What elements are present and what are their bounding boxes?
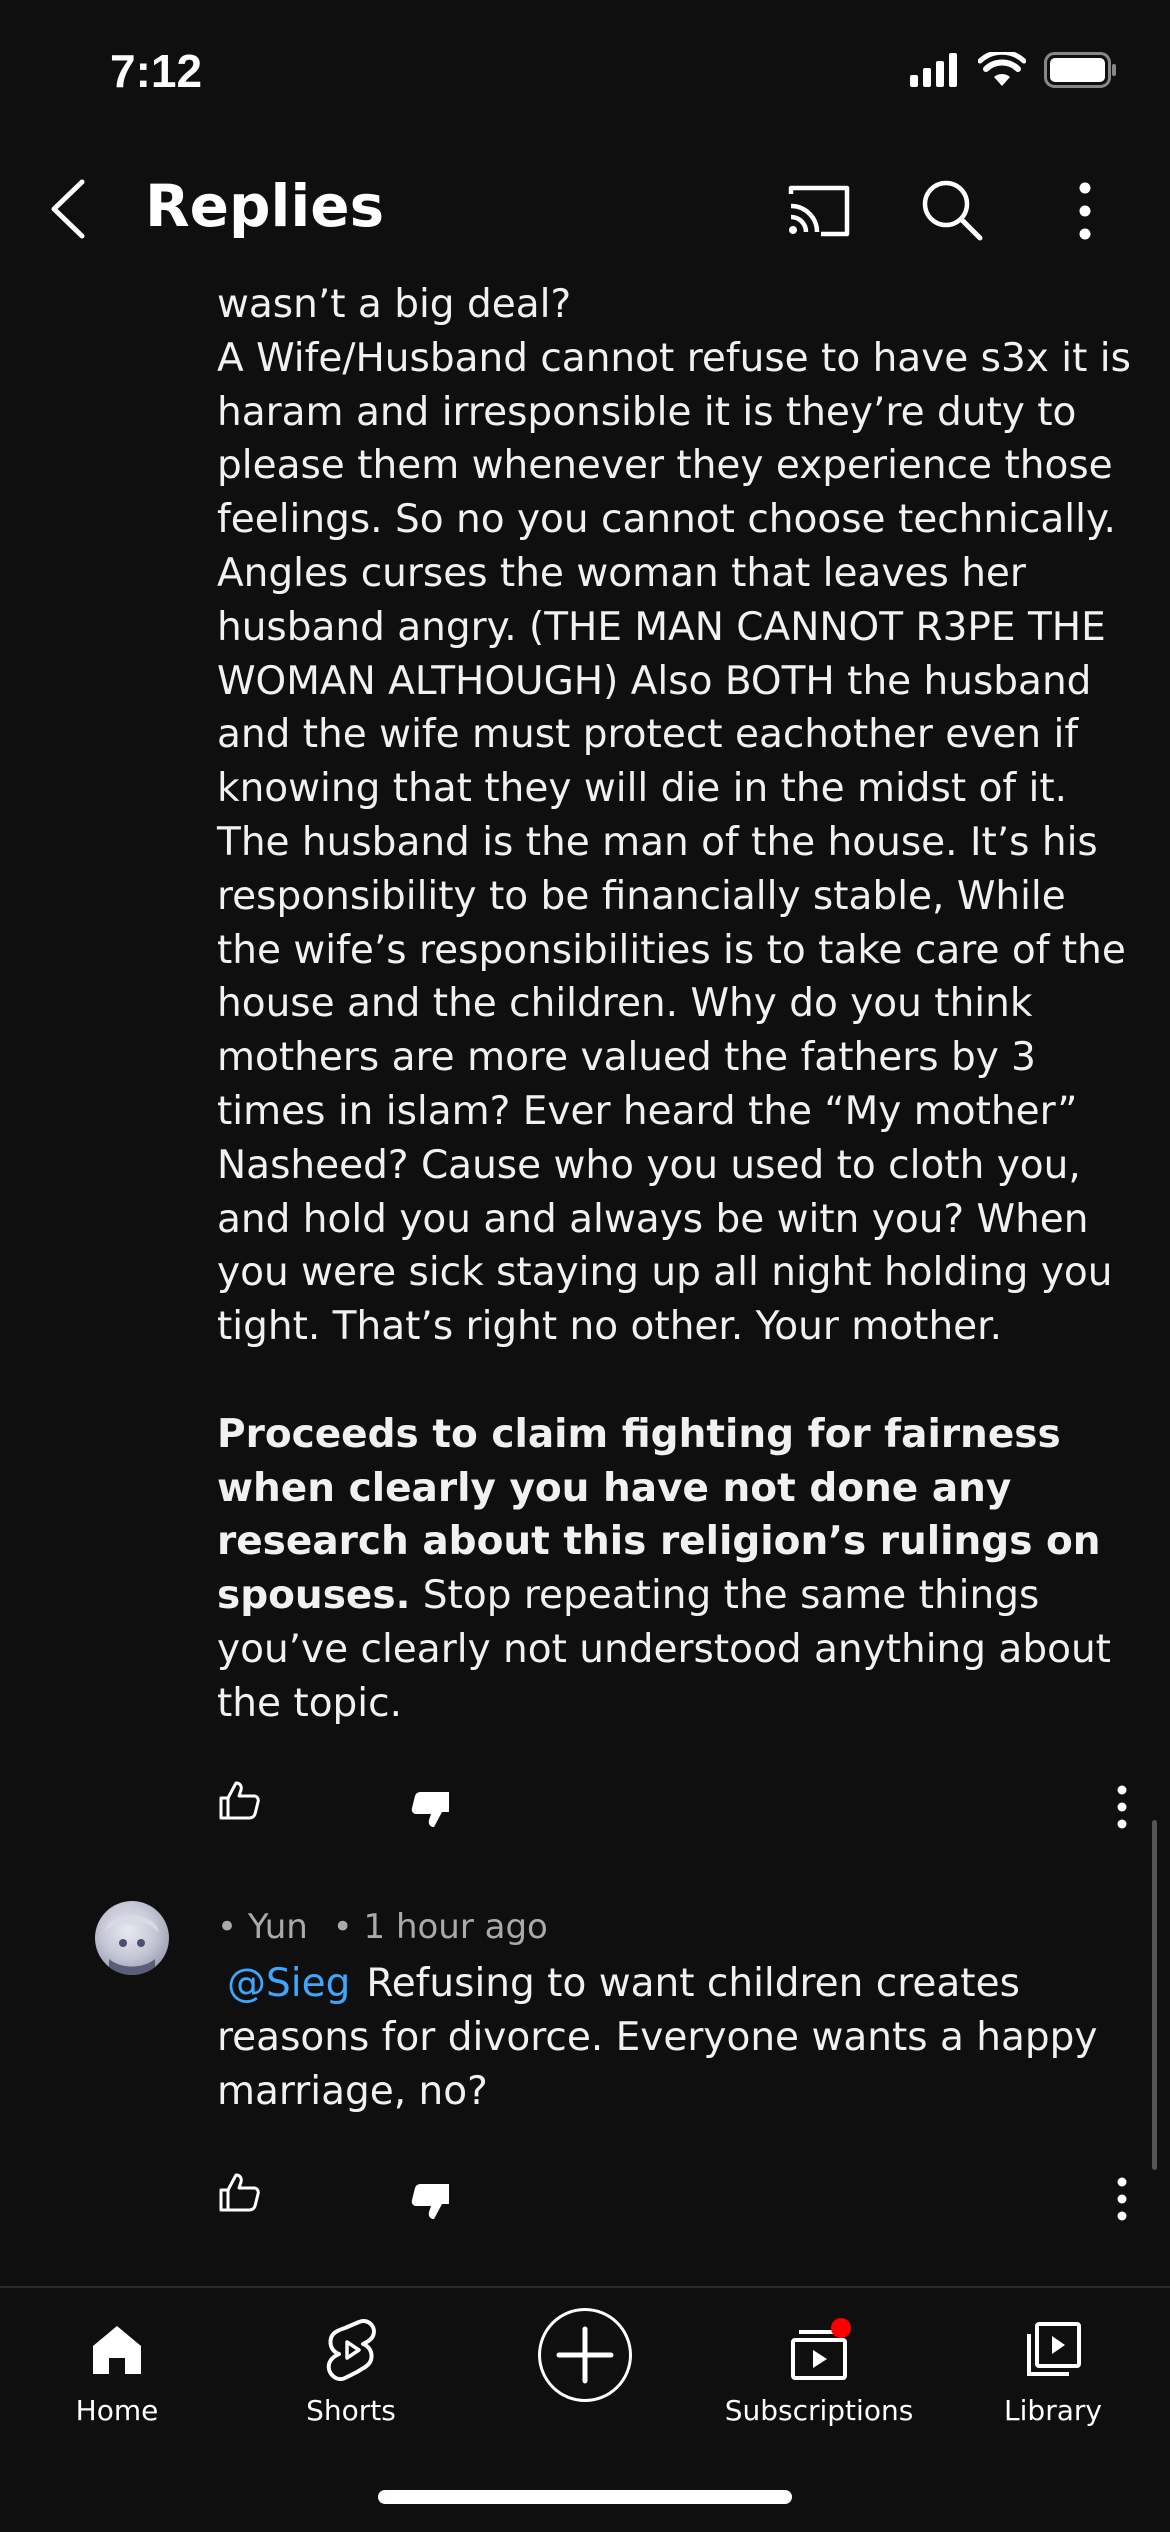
nav-subscriptions[interactable]: Subscriptions (702, 2310, 936, 2427)
app-header: Replies (0, 150, 1170, 270)
comment-more-button[interactable] (1107, 1782, 1137, 1832)
page-title: Replies (145, 172, 385, 240)
scrollbar[interactable] (1152, 1820, 1157, 2170)
subscriptions-icon (791, 2318, 851, 2380)
status-icons (910, 52, 1118, 88)
cast-button[interactable] (785, 176, 855, 246)
comment-paragraph: wasn’t a big deal? (217, 282, 572, 327)
search-icon (922, 180, 983, 241)
vertical-dots-icon (1079, 182, 1091, 240)
library-icon (1027, 2322, 1081, 2376)
search-button[interactable] (918, 176, 988, 246)
cellular-signal-icon (910, 53, 957, 87)
thumbs-down-icon (411, 1792, 449, 1827)
back-button[interactable] (40, 174, 100, 244)
create-icon (556, 2326, 614, 2384)
home-indicator[interactable] (378, 2490, 792, 2504)
thumbs-up-icon (219, 1781, 260, 1820)
avatar-image-icon (105, 1915, 159, 1975)
nav-home[interactable]: Home (0, 2310, 234, 2427)
create-button[interactable] (538, 2308, 632, 2402)
thumbs-up-icon (219, 2173, 260, 2212)
dislike-button[interactable] (409, 1788, 457, 1836)
nav-shorts-label: Shorts (306, 2394, 396, 2427)
vertical-dots-icon (1117, 2177, 1127, 2221)
comment-paragraph: A Wife/Husband cannot refuse to have s3x… (217, 335, 1131, 812)
reply-actions (217, 2170, 1137, 2230)
reply-author[interactable]: • Yun (217, 1907, 308, 1947)
dislike-button[interactable] (409, 2180, 457, 2228)
cast-icon (788, 185, 850, 237)
wifi-icon (978, 52, 1026, 86)
nav-home-label: Home (75, 2394, 159, 2427)
like-button[interactable] (217, 2170, 265, 2218)
shorts-icon (326, 2319, 376, 2381)
avatar[interactable] (95, 1901, 169, 1975)
notification-dot (831, 2318, 851, 2338)
comment-paragraph: The husband is the man of the house. It’… (217, 819, 1126, 1350)
reply-more-button[interactable] (1107, 2174, 1137, 2224)
status-bar: 7:12 (0, 0, 1170, 150)
comment-actions (217, 1778, 1137, 1838)
status-time: 7:12 (110, 45, 203, 97)
home-icon (93, 2326, 141, 2374)
more-options-button[interactable] (1050, 176, 1120, 246)
reply-timestamp: • 1 hour ago (332, 1907, 548, 1947)
like-button[interactable] (217, 1778, 265, 1826)
chevron-left-icon (51, 179, 85, 239)
comment-text: wasn’t a big deal? A Wife/Husband cannot… (217, 278, 1132, 1731)
comment-closing-paragraph: Proceeds to claim fighting for fairness … (217, 1408, 1132, 1731)
nav-shorts[interactable]: Shorts (234, 2310, 468, 2427)
nav-library[interactable]: Library (936, 2310, 1170, 2427)
nav-subscriptions-label: Subscriptions (724, 2394, 914, 2427)
vertical-dots-icon (1117, 1785, 1127, 1829)
nav-library-label: Library (1004, 2394, 1102, 2427)
mention-link[interactable]: @Sieg (217, 1961, 366, 2006)
battery-icon (1044, 52, 1116, 88)
reply-text: @Sieg Refusing to want children creates r… (217, 1957, 1132, 2118)
reply-meta: • Yun • 1 hour ago (217, 1907, 548, 1947)
thumbs-down-icon (411, 2184, 449, 2219)
